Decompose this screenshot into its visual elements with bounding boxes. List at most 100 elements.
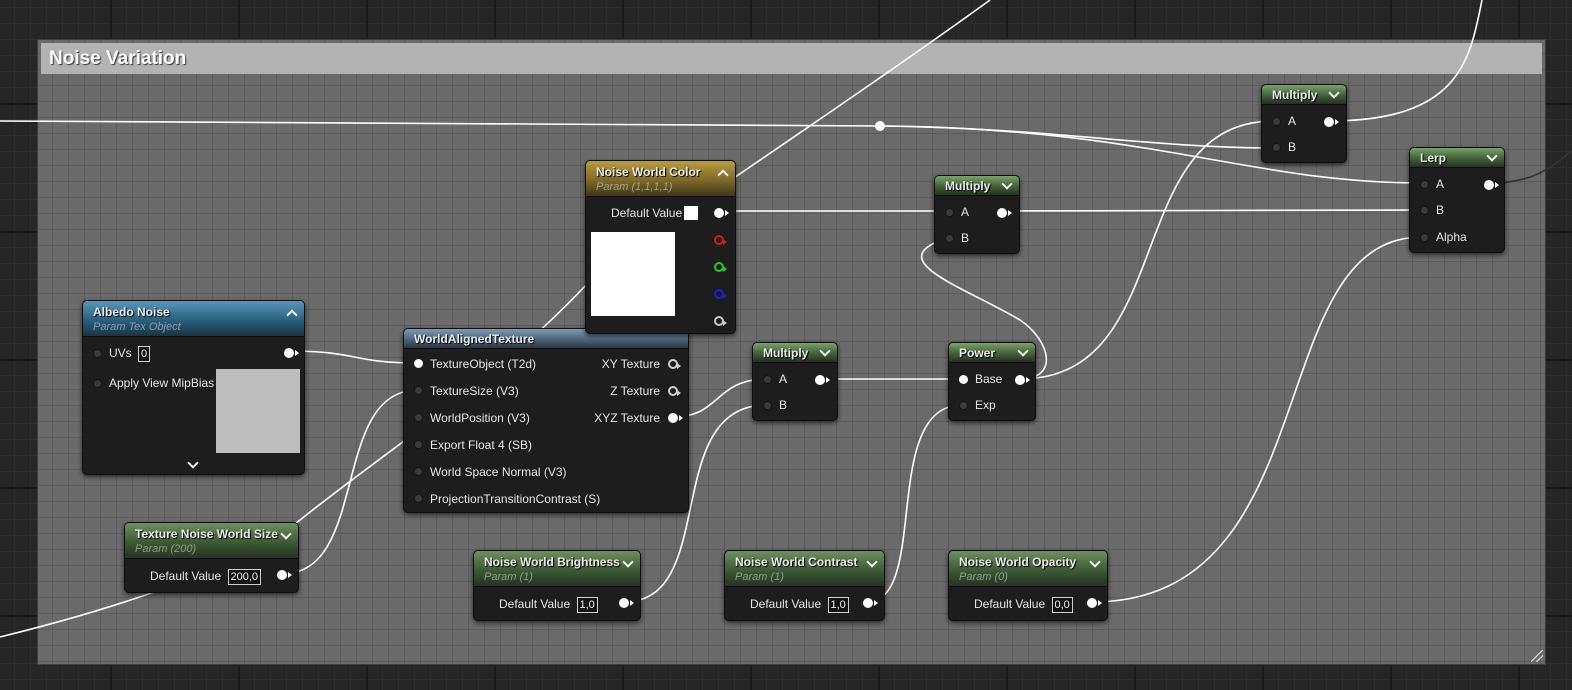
node-multiply-1[interactable]: Multiply A B <box>752 342 838 421</box>
pin-label: B <box>961 231 970 245</box>
node-subtitle: Param Tex Object <box>93 321 181 333</box>
node-noise-world-contrast[interactable]: Noise World Contrast Param (1) Default V… <box>724 550 885 621</box>
pin-a[interactable] <box>1272 117 1281 126</box>
comment-title[interactable]: Noise Variation <box>41 43 1542 74</box>
pin-label: B <box>1288 140 1297 154</box>
mipbias-label: Apply View MipBias <box>109 376 215 390</box>
node-header[interactable]: Lerp <box>1410 148 1504 168</box>
node-header[interactable]: Noise World Brightness Param (1) <box>474 551 640 587</box>
pin-b[interactable] <box>945 234 954 243</box>
pin-output[interactable] <box>863 598 878 608</box>
pin-z-texture[interactable] <box>668 386 681 396</box>
node-header[interactable]: Noise World Contrast Param (1) <box>725 551 884 587</box>
resize-grip-icon[interactable] <box>1531 650 1543 662</box>
default-value-row: Default Value 1,0 <box>499 596 598 613</box>
pin-output[interactable] <box>1015 375 1030 385</box>
default-value-input[interactable]: 1,0 <box>827 596 849 613</box>
pin-xy-texture[interactable] <box>668 359 681 369</box>
node-header[interactable]: Noise World Color Param (1,1,1,1) <box>586 161 735 197</box>
pin-xyz-texture[interactable] <box>668 413 683 423</box>
node-title: Noise World Opacity <box>959 555 1077 569</box>
node-title: Multiply <box>763 346 809 360</box>
node-header[interactable]: Albedo Noise Param Tex Object <box>83 301 304 337</box>
node-world-aligned-texture[interactable]: WorldAlignedTexture TextureObject (T2d) … <box>403 328 689 513</box>
node-title: Multiply <box>1272 88 1318 102</box>
pin-world-space-normal[interactable] <box>414 467 423 476</box>
node-title: Noise World Contrast <box>735 555 858 569</box>
pin-projection-transition-contrast[interactable] <box>414 494 423 503</box>
node-header[interactable]: Noise World Opacity Param (0) <box>949 551 1107 587</box>
pin-b[interactable] <box>1272 143 1281 152</box>
pin-output[interactable] <box>1324 117 1339 127</box>
pin-r-output[interactable] <box>714 235 727 245</box>
pin-output[interactable] <box>997 208 1012 218</box>
pin-exp[interactable] <box>959 401 968 410</box>
pin-a[interactable] <box>763 375 772 384</box>
node-header[interactable]: Power <box>949 343 1035 363</box>
pin-g-output[interactable] <box>714 262 727 272</box>
node-header[interactable]: Multiply <box>1262 85 1346 105</box>
node-title: Lerp <box>1420 151 1447 165</box>
pin-a[interactable] <box>1420 180 1429 189</box>
uvs-label: UVs <box>109 346 132 360</box>
node-noise-world-brightness[interactable]: Noise World Brightness Param (1) Default… <box>473 550 641 621</box>
node-header[interactable]: Multiply <box>753 343 837 363</box>
node-header[interactable]: Texture Noise World Size Param (200) <box>125 523 298 559</box>
node-noise-world-opacity[interactable]: Noise World Opacity Param (0) Default Va… <box>948 550 1108 621</box>
node-header[interactable]: Multiply <box>935 176 1019 196</box>
pin-label: A <box>779 372 788 386</box>
uvs-value-input[interactable]: 0 <box>138 345 151 362</box>
pin-export-float4[interactable] <box>414 440 423 449</box>
pin-output[interactable] <box>1484 180 1499 190</box>
node-noise-world-color[interactable]: Noise World Color Param (1,1,1,1) Defaul… <box>585 160 736 334</box>
pin-label: Exp <box>975 398 996 412</box>
input-label: ProjectionTransitionContrast (S) <box>430 492 601 506</box>
node-title: WorldAlignedTexture <box>414 332 535 346</box>
node-subtitle: Param (0) <box>959 571 1008 583</box>
pin-label: Alpha <box>1436 230 1467 244</box>
pin-alpha[interactable] <box>1420 233 1429 242</box>
chevron-down-icon[interactable] <box>187 457 199 469</box>
pin-b-output[interactable] <box>714 289 727 299</box>
node-subtitle: Param (200) <box>135 543 197 555</box>
node-albedo-noise[interactable]: Albedo Noise Param Tex Object UVs 0 Appl… <box>82 300 305 475</box>
pin-output[interactable] <box>277 570 292 580</box>
pin-a-output[interactable] <box>714 316 727 326</box>
pin-worldposition[interactable] <box>414 413 423 422</box>
node-title: Texture Noise World Size <box>135 527 278 541</box>
node-lerp[interactable]: Lerp A B Alpha <box>1409 147 1505 253</box>
output-label: XYZ Texture <box>594 411 660 425</box>
node-multiply-2[interactable]: Multiply A B <box>934 175 1020 254</box>
pin-a[interactable] <box>945 208 954 217</box>
color-preview <box>591 232 675 316</box>
node-subtitle: Param (1) <box>484 571 533 583</box>
default-value-row: Default Value 200,0 <box>150 568 262 585</box>
default-value-input[interactable]: 200,0 <box>227 568 262 585</box>
pin-rgba-output[interactable] <box>714 208 729 218</box>
input-label: WorldPosition (V3) <box>430 411 530 425</box>
pin-output[interactable] <box>1087 598 1102 608</box>
default-value-input[interactable]: 1,0 <box>576 596 598 613</box>
color-swatch[interactable] <box>684 206 698 220</box>
pin-label: A <box>1288 114 1297 128</box>
pin-apply-view-mipbias[interactable] <box>93 379 102 388</box>
input-label: World Space Normal (V3) <box>430 465 567 479</box>
pin-b[interactable] <box>763 401 772 410</box>
pin-label: B <box>1436 203 1445 217</box>
pin-albedo-output[interactable] <box>284 348 299 358</box>
pin-output[interactable] <box>815 375 830 385</box>
default-value-row: Default Value 1,0 <box>750 596 849 613</box>
pin-b[interactable] <box>1420 206 1429 215</box>
node-power[interactable]: Power Base Exp <box>948 342 1036 421</box>
texture-preview <box>216 369 300 453</box>
node-subtitle: Param (1,1,1,1) <box>596 181 673 193</box>
pin-base[interactable] <box>959 375 968 384</box>
node-multiply-3[interactable]: Multiply A B <box>1261 84 1347 163</box>
default-value-input[interactable]: 0,0 <box>1051 596 1073 613</box>
pin-uvs[interactable] <box>93 349 102 358</box>
pin-textureobject[interactable] <box>414 359 423 368</box>
pin-texturesize[interactable] <box>414 386 423 395</box>
pin-label: A <box>1436 177 1445 191</box>
pin-output[interactable] <box>619 598 634 608</box>
node-texture-noise-world-size[interactable]: Texture Noise World Size Param (200) Def… <box>124 522 299 593</box>
